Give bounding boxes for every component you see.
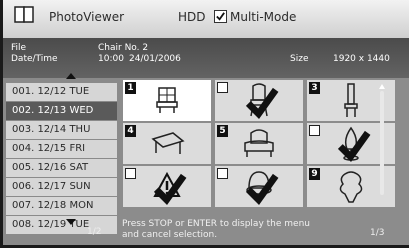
date-list-item[interactable]: 003. 12/14 THU (6, 121, 117, 139)
checkmark-icon (337, 130, 371, 163)
size-value: 1920 x 1440 (333, 54, 390, 64)
grid-scrollbar[interactable] (380, 91, 384, 195)
thumbnail-number: 4 (125, 125, 136, 137)
multimode-label: Multi-Mode (230, 10, 297, 24)
help-message-line-1: Press STOP or ENTER to display the menu (122, 219, 310, 229)
help-message-line-2: and cancel selection. (122, 230, 218, 240)
list-page-indicator: 1/2 (87, 227, 102, 237)
help-message: Press STOP or ENTER to display the menu … (122, 219, 366, 241)
selected-checkbox[interactable] (217, 168, 279, 206)
photo-viewer-icon (14, 6, 34, 23)
app-title: PhotoViewer (49, 10, 125, 24)
thumbnail-number: 1 (125, 82, 136, 94)
date-list: 001. 12/12 TUE 002. 12/13 WED 003. 12/14… (3, 73, 120, 245)
thumbnail-8[interactable] (215, 166, 303, 207)
size-label: Size (290, 54, 309, 64)
date-list-item-selected[interactable]: 002. 12/13 WED (6, 102, 117, 120)
sofa-icon (244, 129, 274, 157)
thumbnail-5[interactable]: 5 (215, 123, 303, 164)
selected-checkbox[interactable] (217, 82, 279, 120)
time-value: 10:00 (98, 54, 124, 64)
date-list-item[interactable]: 007. 12/18 MON (6, 197, 117, 215)
thumbnail-number: 9 (309, 168, 320, 180)
grid-scroll-up-icon[interactable] (379, 84, 385, 89)
thumbnail-number: 3 (309, 82, 320, 94)
file-label: File (11, 43, 27, 53)
low-table-icon (151, 132, 185, 154)
file-info-bar: File Chair No. 2 Date/Time 10:00 24/01/2… (3, 38, 409, 78)
header-bar: PhotoViewer HDD Multi-Mode (3, 0, 409, 38)
date-list-item[interactable]: 004. 12/15 FRI (6, 140, 117, 158)
checkmark-icon (216, 12, 225, 21)
checkmark-icon (245, 87, 279, 120)
thumbnail-number: 5 (217, 125, 228, 137)
date-list-item[interactable]: 001. 12/12 TUE (6, 83, 117, 101)
list-scroll-down-icon[interactable] (66, 219, 76, 225)
thumbnail-1[interactable]: 1 (123, 80, 211, 121)
file-name: Chair No. 2 (98, 43, 149, 53)
multimode-checkbox[interactable] (214, 10, 227, 23)
checkmark-icon (153, 173, 187, 206)
thumbnail-7[interactable] (123, 166, 211, 207)
date-list-item[interactable]: 005. 12/16 SAT (6, 159, 117, 177)
checkmark-icon (245, 173, 279, 206)
source-label[interactable]: HDD (178, 10, 206, 24)
list-scroll-up-icon[interactable] (66, 73, 76, 79)
date-list-item[interactable]: 006. 12/17 SUN (6, 178, 117, 196)
date-value: 24/01/2006 (129, 54, 181, 64)
selected-checkbox[interactable] (309, 125, 371, 163)
table-icon (156, 87, 178, 113)
datetime-label: Date/Time (11, 54, 58, 64)
thumbnail-4[interactable]: 4 (123, 123, 211, 164)
thumbnail-2[interactable] (215, 80, 303, 121)
selected-checkbox[interactable] (125, 168, 187, 206)
grid-page-indicator: 1/3 (370, 228, 385, 238)
